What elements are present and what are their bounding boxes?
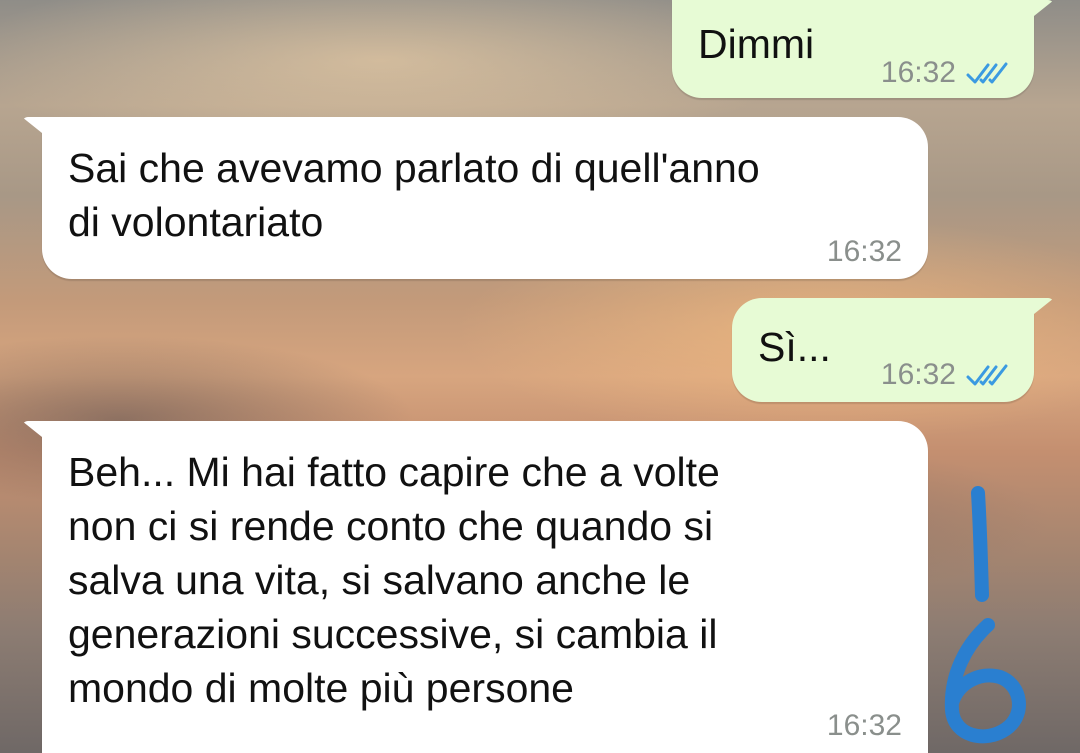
digit-one-stroke: [971, 486, 989, 602]
digit-six-stroke: [944, 618, 1026, 744]
message-text: Sai che avevamo parlato di quell'anno di…: [68, 145, 760, 245]
message-text: Beh... Mi hai fatto capire che a volte n…: [68, 449, 720, 711]
bubble-tail: [1024, 0, 1054, 24]
message-text: Dimmi: [698, 21, 815, 67]
message-bubble-outgoing[interactable]: Sì... 16:32: [732, 298, 1054, 402]
message-meta: 16:32: [881, 348, 1010, 402]
bubble-tail: [22, 117, 52, 141]
message-bubble-outgoing[interactable]: Dimmi 16:32: [672, 0, 1054, 100]
message-text: Sì...: [758, 324, 831, 370]
double-check-icon: [966, 364, 1008, 386]
message-meta: 16:32: [827, 699, 902, 753]
message-time: 16:32: [880, 56, 956, 89]
message-bubble-incoming[interactable]: Beh... Mi hai fatto capire che a volte n…: [22, 421, 928, 753]
bubble-tail: [1024, 298, 1054, 322]
message-time: 16:32: [826, 235, 902, 268]
double-check-icon: [966, 62, 1008, 84]
message-meta: 16:32: [881, 46, 1010, 100]
message-meta: 16:32: [827, 225, 902, 279]
message-bubble-incoming[interactable]: Sai che avevamo parlato di quell'anno di…: [22, 117, 928, 279]
message-time: 16:32: [880, 358, 956, 391]
chat-thread: Dimmi 16:32 Sai che avevamo parlato di q…: [0, 0, 1080, 753]
message-time: 16:32: [826, 709, 902, 742]
handwritten-annotation: [944, 486, 1026, 744]
bubble-tail: [22, 421, 52, 445]
